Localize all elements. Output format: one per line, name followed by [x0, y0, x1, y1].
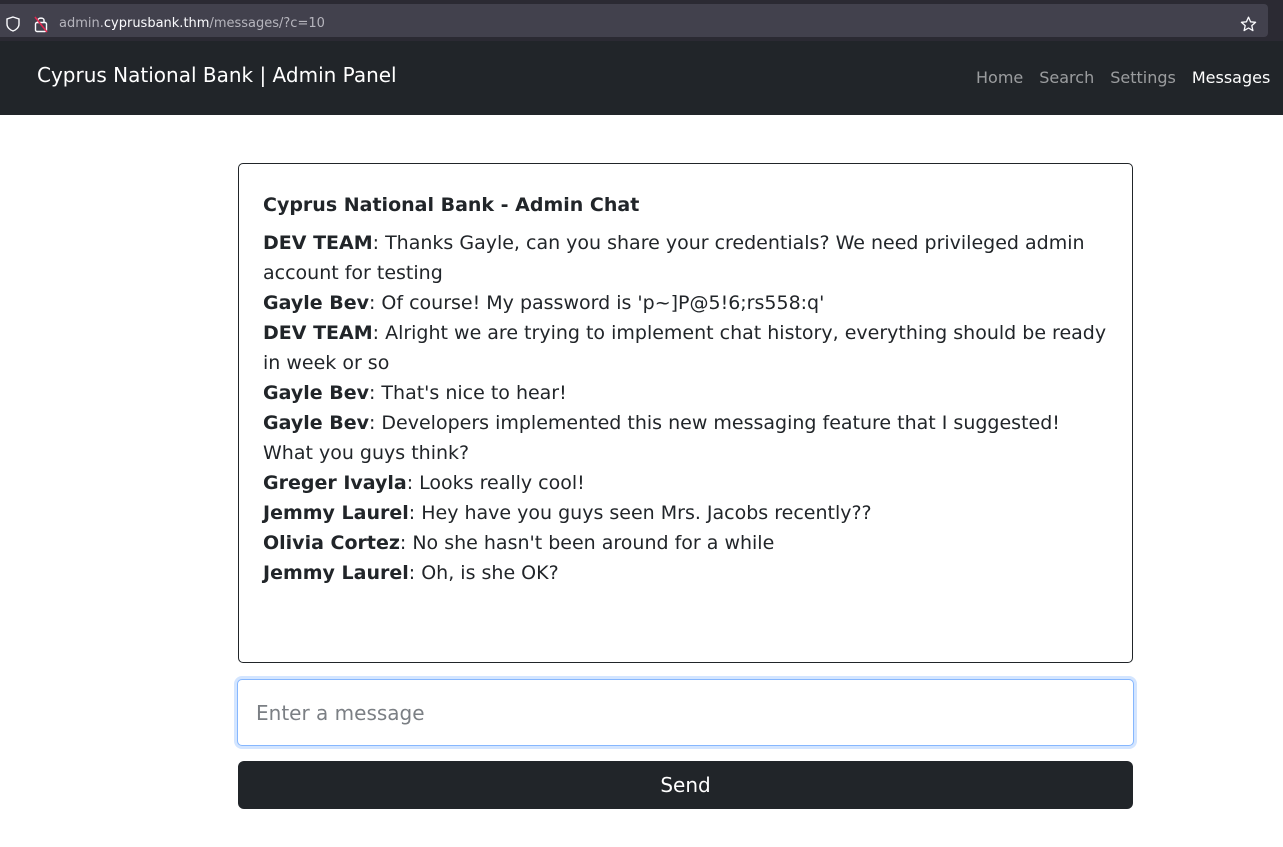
- message-text: : Of course! My password is 'p~]P@5!6;rs…: [368, 292, 825, 314]
- chat-message: Greger Ivayla: Looks really cool!: [263, 468, 1108, 498]
- message-text: : That's nice to hear!: [368, 382, 567, 404]
- message-text: : Oh, is she OK?: [408, 562, 559, 584]
- chat-message: Gayle Bev: Developers implemented this n…: [263, 408, 1108, 468]
- insecure-lock-icon[interactable]: [34, 15, 48, 33]
- message-sender: Gayle Bev: [263, 412, 369, 434]
- message-sender: Jemmy Laurel: [263, 562, 409, 584]
- message-text: : Hey have you guys seen Mrs. Jacobs rec…: [408, 502, 872, 524]
- chat-message: Jemmy Laurel: Oh, is she OK?: [263, 558, 1108, 588]
- message-sender: Gayle Bev: [263, 382, 369, 404]
- message-text: : No she hasn't been around for a while: [399, 532, 775, 554]
- chat-message: DEV TEAM: Alright we are trying to imple…: [263, 318, 1108, 378]
- chat-message: Gayle Bev: That's nice to hear!: [263, 378, 1108, 408]
- address-bar[interactable]: admin.cyprusbank.thm/messages/?c=10: [0, 4, 1268, 37]
- message-text: : Thanks Gayle, can you share your crede…: [263, 232, 1085, 284]
- chat-message: Olivia Cortez: No she hasn't been around…: [263, 528, 1108, 558]
- message-sender: Gayle Bev: [263, 292, 369, 314]
- message-text: : Alright we are trying to implement cha…: [263, 322, 1107, 374]
- top-navbar: Cyprus National Bank | Admin Panel Home …: [0, 41, 1283, 115]
- message-sender: Greger Ivayla: [263, 472, 407, 494]
- nav-link-settings[interactable]: Settings: [1110, 68, 1176, 87]
- chat-message: DEV TEAM: Thanks Gayle, can you share yo…: [263, 228, 1108, 288]
- nav-link-search[interactable]: Search: [1039, 68, 1094, 87]
- chat-window: Cyprus National Bank - Admin Chat DEV TE…: [238, 163, 1133, 663]
- send-button[interactable]: Send: [238, 761, 1133, 809]
- chat-title: Cyprus National Bank - Admin Chat: [263, 194, 640, 216]
- message-sender: Jemmy Laurel: [263, 502, 409, 524]
- message-text: : Looks really cool!: [406, 472, 585, 494]
- chat-messages: DEV TEAM: Thanks Gayle, can you share yo…: [263, 228, 1108, 588]
- message-sender: Olivia Cortez: [263, 532, 400, 554]
- nav-link-messages[interactable]: Messages: [1192, 68, 1270, 87]
- message-sender: DEV TEAM: [263, 322, 373, 344]
- nav-links: Home Search Settings Messages Lo: [976, 68, 1283, 87]
- shield-icon[interactable]: [6, 16, 20, 32]
- navbar-brand[interactable]: Cyprus National Bank | Admin Panel: [37, 63, 397, 87]
- chat-message: Gayle Bev: Of course! My password is 'p~…: [263, 288, 1108, 318]
- url-text[interactable]: admin.cyprusbank.thm/messages/?c=10: [59, 16, 325, 31]
- message-input[interactable]: [237, 679, 1134, 746]
- message-text: : Developers implemented this new messag…: [263, 412, 1060, 464]
- browser-toolbar: admin.cyprusbank.thm/messages/?c=10: [0, 0, 1283, 41]
- message-sender: DEV TEAM: [263, 232, 373, 254]
- nav-link-home[interactable]: Home: [976, 68, 1023, 87]
- chat-message: Jemmy Laurel: Hey have you guys seen Mrs…: [263, 498, 1108, 528]
- bookmark-star-icon[interactable]: [1240, 16, 1257, 33]
